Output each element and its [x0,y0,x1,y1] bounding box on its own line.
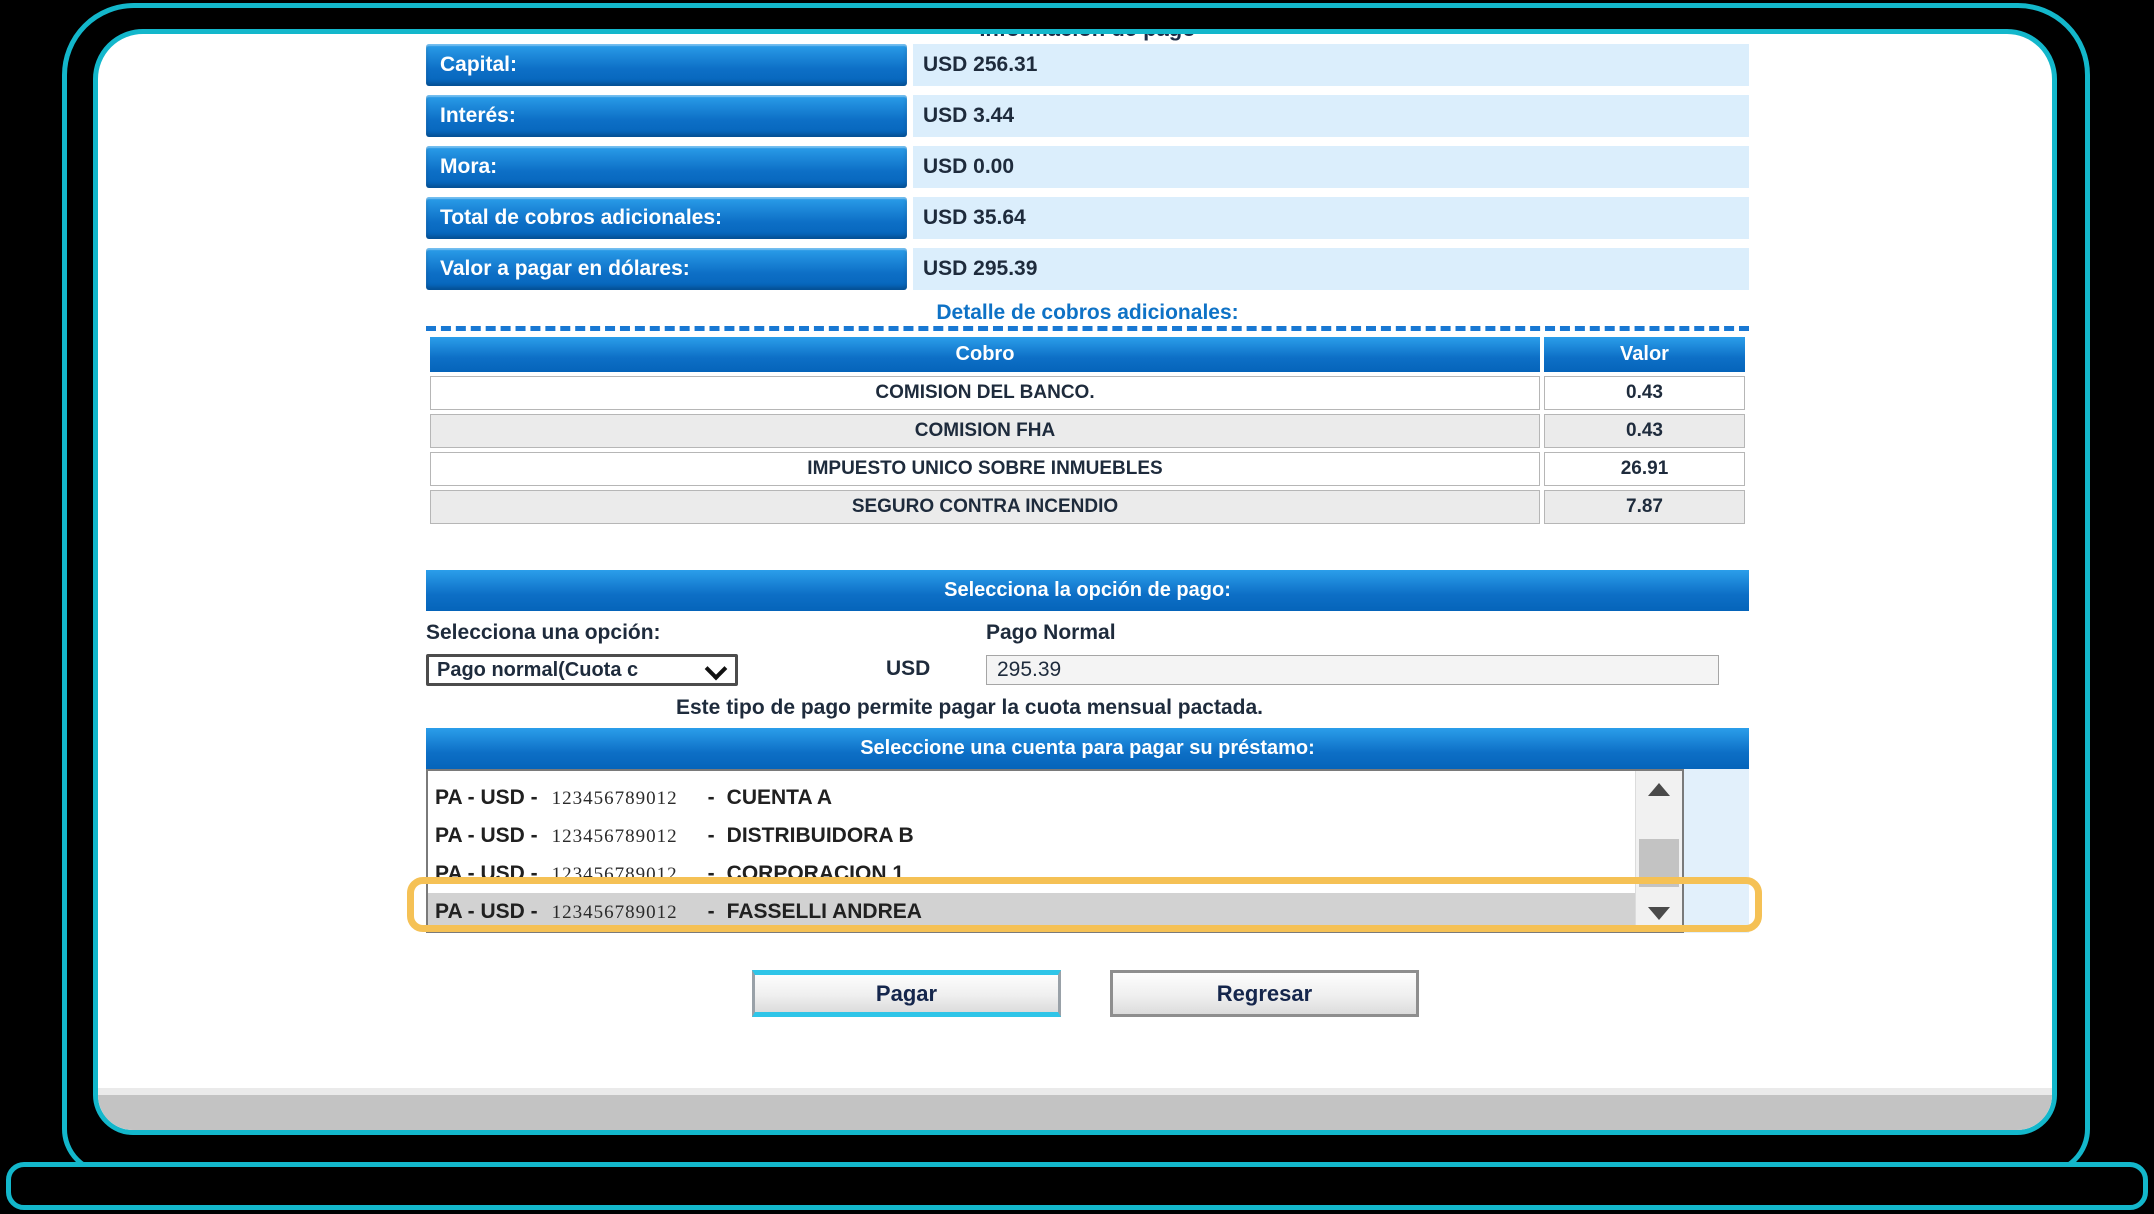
summary-value: USD 35.64 [913,197,1749,239]
account-separator: - [708,862,715,885]
summary-row: Valor a pagar en dólares: USD 295.39 [426,248,1749,290]
payment-summary-table: Capital: USD 256.31 Interés: USD 3.44 Mo… [426,34,1749,290]
currency-label: USD [886,657,930,681]
account-number: 123456789012 [552,826,678,847]
payment-option-section-bar: Selecciona la opción de pago: [426,570,1749,611]
table-row: COMISION DEL BANCO. 0.43 [430,376,1745,410]
page-content: Información de pago Capital: USD 256.31 … [426,34,1749,933]
summary-value: USD 0.00 [913,146,1749,188]
scroll-down-button[interactable] [1636,895,1682,931]
summary-label: Total de cobros adicionales: [426,197,907,239]
summary-value: USD 295.39 [913,248,1749,290]
account-prefix: PA - USD - [435,862,538,885]
dashed-divider [426,326,1749,331]
payment-option-select-value: Pago normal(Cuota c [437,658,699,683]
account-name: CORPORACION 1 [727,862,904,885]
charges-header-valor: Valor [1544,337,1745,372]
account-listbox[interactable]: PA - USD -123456789012-CUENTA COMERCIAL … [426,769,1684,933]
charges-header-row: Cobro Valor [430,337,1745,372]
page-footer-strip-dark [98,1095,2052,1130]
scroll-up-button[interactable] [1636,771,1682,807]
chevron-down-icon [705,658,728,681]
summary-label: Valor a pagar en dólares: [426,248,907,290]
payment-option-controls: Pago normal(Cuota c USD [426,654,1749,688]
charges-table: Cobro Valor COMISION DEL BANCO. 0.43 COM… [426,333,1749,528]
down-arrow-icon [1648,907,1670,920]
summary-label: Mora: [426,146,907,188]
summary-label: Interés: [426,95,907,137]
payment-type-description: Este tipo de pago permite pagar la cuota… [426,696,1749,720]
account-separator: - [708,900,715,923]
account-separator: - [708,786,715,809]
select-option-label: Selecciona una opción: [426,621,661,645]
account-option[interactable]: PA - USD - 123456789012 -CORPORACION 1 [428,855,1636,893]
summary-row: Interés: USD 3.44 [426,95,1749,137]
account-option-clipped[interactable]: PA - USD -123456789012-CUENTA COMERCIAL … [428,771,1636,779]
charge-value: 0.43 [1544,376,1745,410]
charge-value: 0.43 [1544,414,1745,448]
table-row: IMPUESTO UNICO SOBRE INMUEBLES 26.91 [430,452,1745,486]
listbox-scrollbar[interactable] [1635,771,1682,931]
payment-option-select[interactable]: Pago normal(Cuota c [426,654,738,686]
scroll-thumb[interactable] [1639,839,1679,887]
page-footer-strip-light [98,1088,2052,1095]
account-option[interactable]: PA - USD - 123456789012 -CUENTA A [428,779,1636,817]
back-button[interactable]: Regresar [1110,970,1419,1017]
account-prefix: PA - USD - [435,824,538,847]
account-rows: PA - USD -123456789012-CUENTA COMERCIAL … [428,771,1636,931]
summary-label: Capital: [426,44,907,86]
account-option-selected[interactable]: PA - USD - 123456789012 -FASSELLI ANDREA [428,893,1636,931]
table-row: SEGURO CONTRA INCENDIO 7.87 [430,490,1745,524]
account-number: 123456789012 [552,902,678,923]
account-number: 123456789012 [552,788,678,809]
charges-section-title: Detalle de cobros adicionales: [426,301,1749,325]
account-separator: - [708,824,715,847]
account-prefix: PA - USD - [435,786,538,809]
account-name: CUENTA A [727,786,832,809]
account-panel: PA - USD -123456789012-CUENTA COMERCIAL … [426,769,1749,933]
charge-item: COMISION FHA [430,414,1540,448]
summary-row: Capital: USD 256.31 [426,44,1749,86]
pay-button[interactable]: Pagar [752,970,1061,1017]
summary-row: Total de cobros adicionales: USD 35.64 [426,197,1749,239]
summary-value: USD 3.44 [913,95,1749,137]
charge-item: COMISION DEL BANCO. [430,376,1540,410]
payment-type-label: Pago Normal [986,621,1116,645]
summary-value: USD 256.31 [913,44,1749,86]
account-number: 123456789012 [552,864,678,885]
charge-value: 7.87 [1544,490,1745,524]
laptop-base [6,1162,2148,1210]
page-title: Información de pago [426,34,1749,42]
payment-option-labels: Selecciona una opción: Pago Normal [426,621,1749,647]
charge-item: IMPUESTO UNICO SOBRE INMUEBLES [430,452,1540,486]
summary-row: Mora: USD 0.00 [426,146,1749,188]
table-row: COMISION FHA 0.43 [430,414,1745,448]
charge-value: 26.91 [1544,452,1745,486]
account-option[interactable]: PA - USD - 123456789012 -DISTRIBUIDORA B [428,817,1636,855]
account-name: DISTRIBUIDORA B [727,824,914,847]
amount-input[interactable] [986,655,1719,685]
payment-page: Información de pago Capital: USD 256.31 … [98,34,2052,1130]
account-section-bar: Seleccione una cuenta para pagar su prés… [426,728,1749,769]
charges-header-cobro: Cobro [430,337,1540,372]
charge-item: SEGURO CONTRA INCENDIO [430,490,1540,524]
up-arrow-icon [1648,783,1670,796]
account-prefix: PA - USD - [435,900,538,923]
laptop-screen: Información de pago Capital: USD 256.31 … [93,29,2057,1135]
account-name: FASSELLI ANDREA [727,900,922,923]
